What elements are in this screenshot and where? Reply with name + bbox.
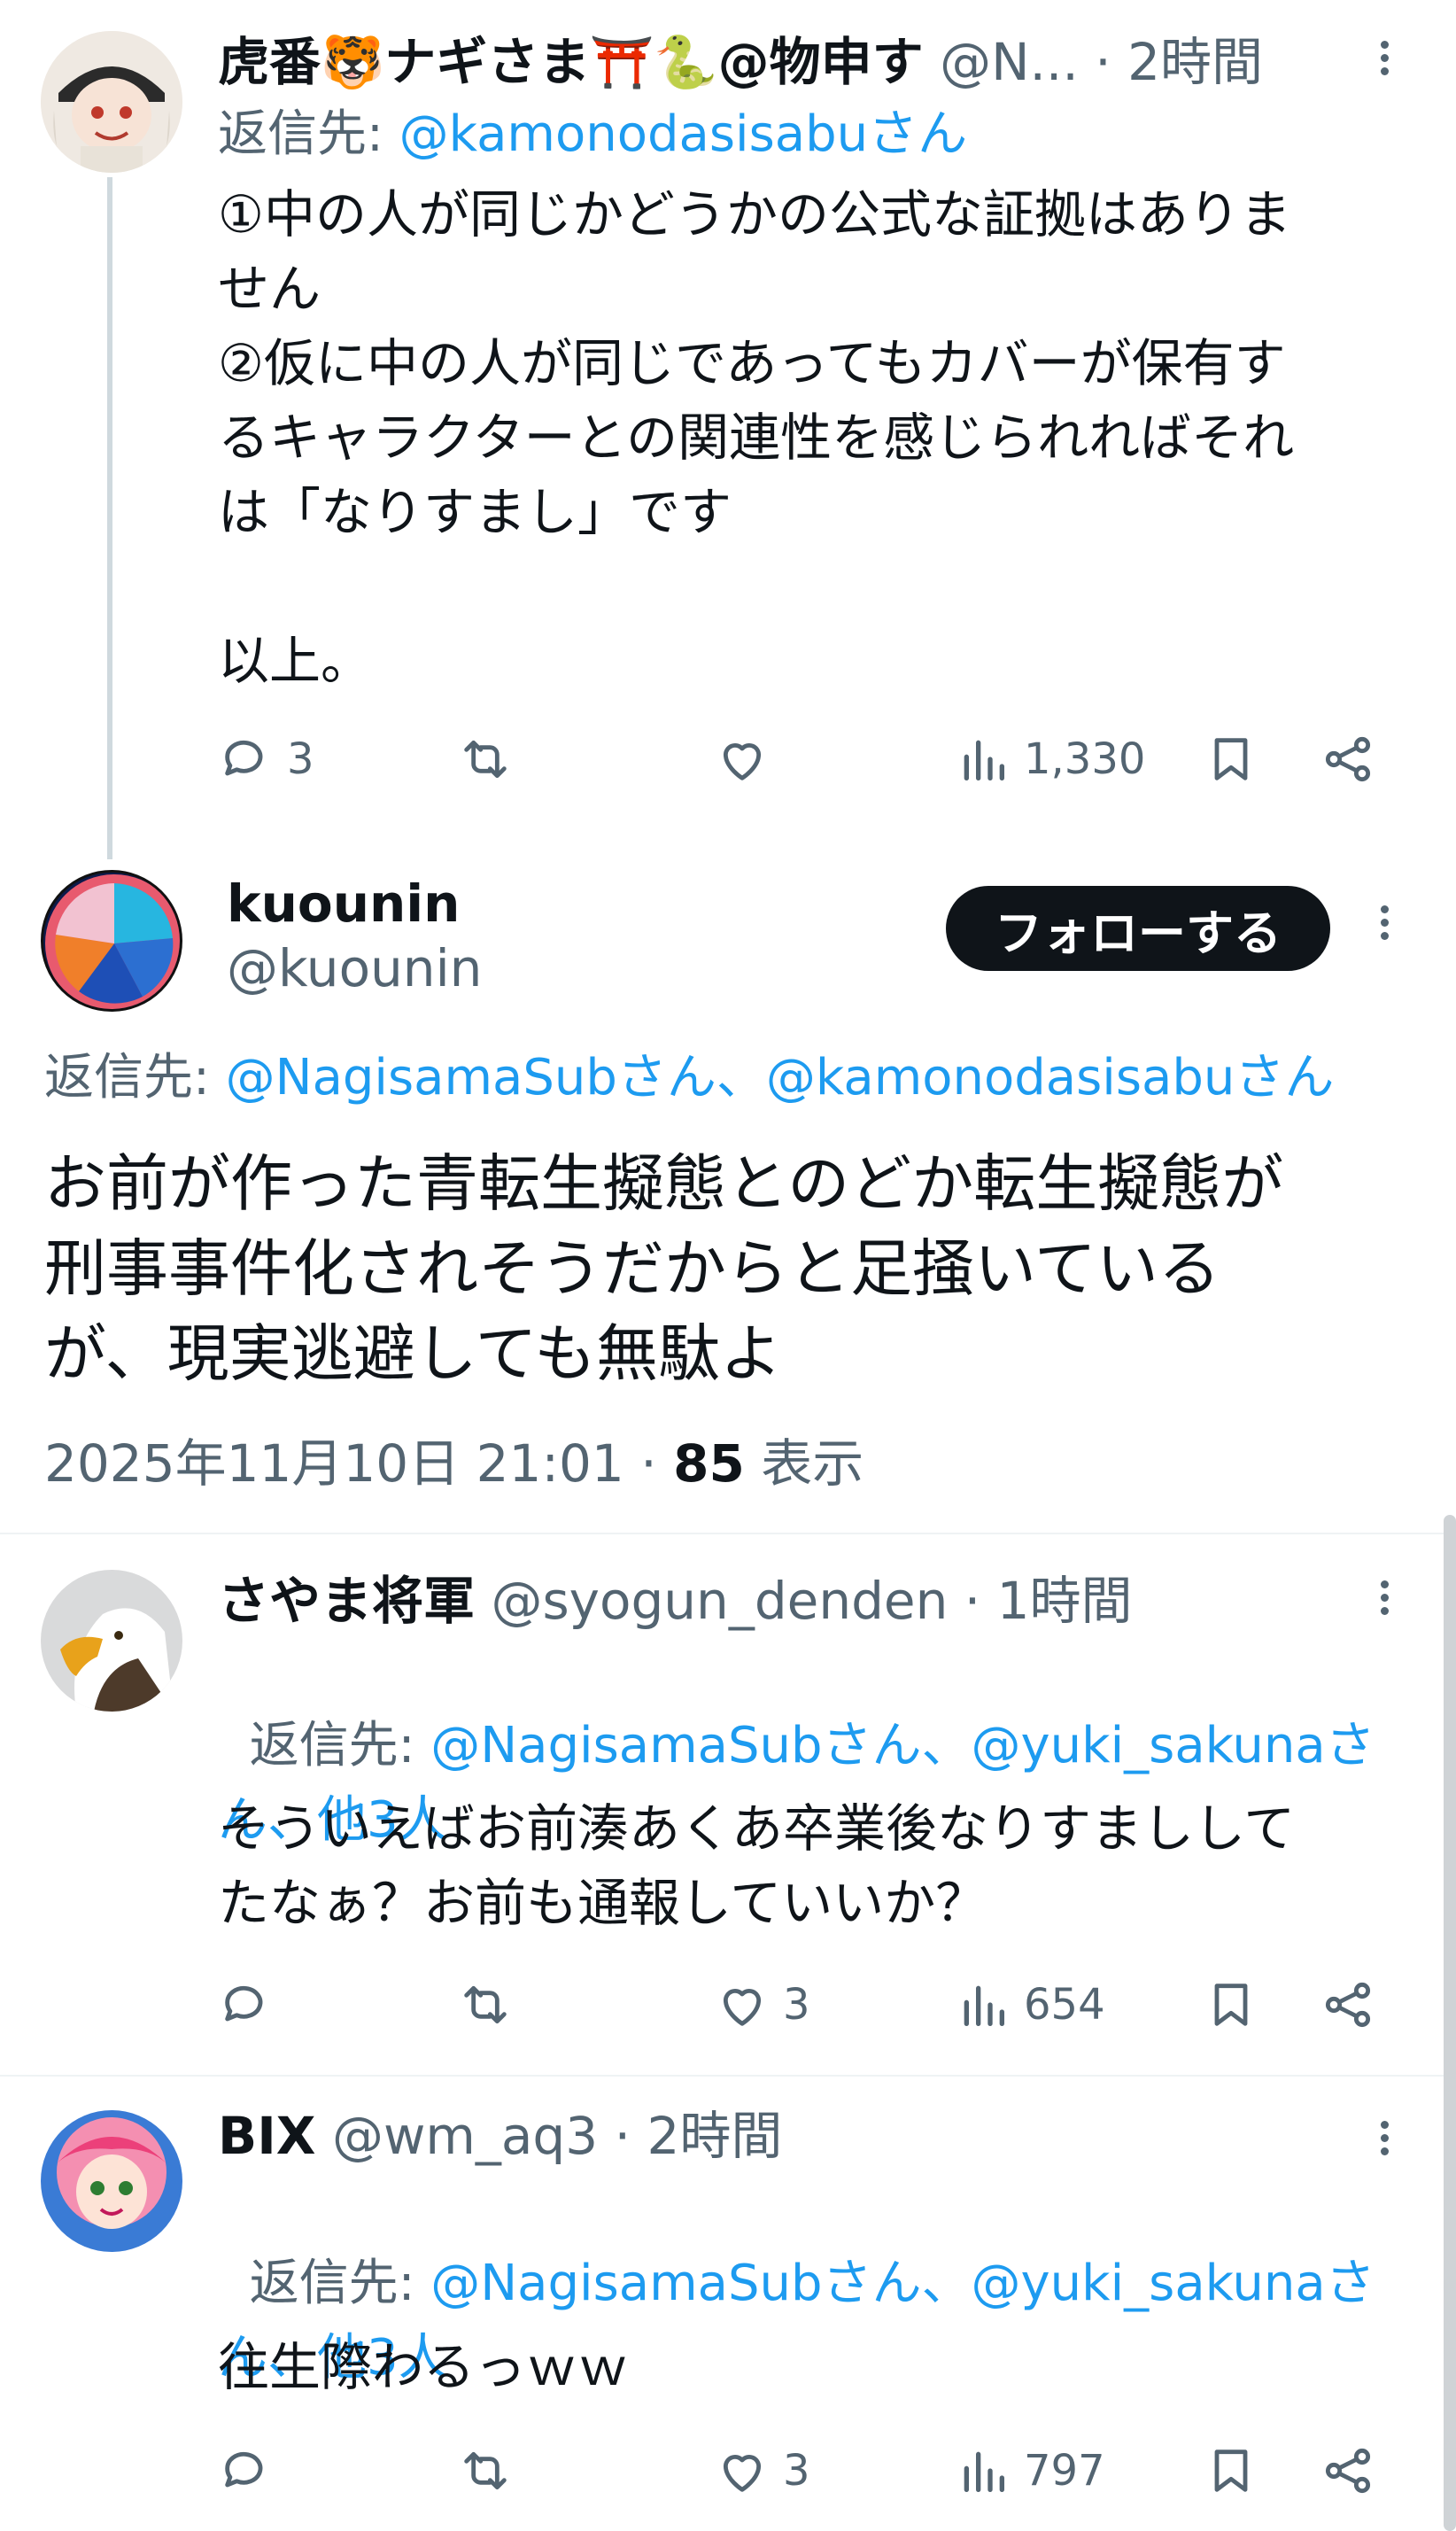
reply-to-prefix: 返信先: — [249, 2255, 431, 2312]
tweet-header: さやま将軍 @syogun_denden · 1時間 — [218, 1570, 1133, 1632]
retweet-button[interactable] — [457, 719, 526, 799]
author-handle[interactable]: @N... — [940, 32, 1079, 92]
avatar[interactable] — [41, 2110, 182, 2252]
like-count: 3 — [783, 1980, 810, 2030]
avatar[interactable] — [41, 31, 182, 173]
retweet-icon — [464, 1985, 507, 2024]
bookmark-button[interactable] — [1203, 2431, 1259, 2511]
reply-to: 返信先: @NagisamaSubさん、@kamonodasisabuさん — [44, 1041, 1334, 1115]
heart-icon — [723, 2455, 762, 2492]
reply-to-prefix: 返信先: — [44, 1049, 226, 1106]
eagle-avatar-image — [41, 1570, 182, 1712]
divider — [0, 1533, 1456, 1534]
like-count: 3 — [783, 2446, 810, 2496]
views-button[interactable]: 1,330 — [955, 719, 1145, 799]
bookmark-icon — [1214, 2449, 1248, 2492]
like-button[interactable] — [714, 719, 783, 799]
main-author-handle-row: @kuounin — [227, 937, 482, 999]
view-count: 654 — [1024, 1980, 1105, 2030]
retweet-button[interactable] — [457, 1965, 526, 2045]
timestamp[interactable]: 1時間 — [997, 1571, 1133, 1631]
author-name[interactable]: BIX — [218, 2106, 316, 2166]
like-button[interactable]: 3 — [714, 1965, 810, 2045]
reply-to-prefix: 返信先: — [218, 105, 399, 163]
reply-to-mentions[interactable]: @NagisamaSubさん、@kamonodasisabuさん — [226, 1049, 1335, 1106]
reply-to: 返信先: @kamonodasisabuさん — [218, 97, 967, 172]
avatar-image — [41, 31, 182, 173]
more-options-icon[interactable] — [1367, 900, 1402, 953]
timestamp[interactable]: 2時間 — [1127, 32, 1263, 92]
views-button[interactable]: 797 — [955, 2431, 1105, 2511]
bookmark-icon — [1214, 1984, 1248, 2026]
reply-to-prefix: 返信先: — [249, 1717, 431, 1774]
tweet-meta: 2025年11月10日 21:01 · 85 表示 — [44, 1422, 864, 1496]
tweet-actions: 3 797 — [218, 2431, 1422, 2511]
retweet-icon — [464, 740, 507, 779]
reply-icon — [225, 2451, 263, 2488]
reply-button[interactable] — [218, 2431, 287, 2511]
separator: · — [598, 2106, 647, 2166]
author-name[interactable]: kuounin — [227, 873, 460, 934]
author-handle[interactable]: @wm_aq3 — [332, 2106, 598, 2166]
views-button[interactable]: 654 — [955, 1965, 1105, 2045]
reply-to-mentions[interactable]: @kamonodasisabuさん — [399, 105, 967, 163]
tweet-header: BIX @wm_aq3 · 2時間 — [218, 2105, 782, 2167]
separator: · — [1095, 32, 1128, 92]
timestamp[interactable]: 2時間 — [647, 2106, 782, 2166]
view-count: 85 — [673, 1433, 745, 1494]
reply-icon — [225, 1985, 263, 2022]
avatar[interactable] — [41, 870, 182, 1012]
view-label: 表示 — [744, 1433, 864, 1494]
like-button[interactable]: 3 — [714, 2431, 810, 2511]
analytics-icon — [964, 2451, 1004, 2492]
tweet-actions: 3 1,330 — [218, 719, 1422, 799]
main-tweet-text: お前が作った青転生擬態とのどか転生擬態が 刑事事件化されそうだからと足掻いている… — [44, 1147, 1284, 1390]
analytics-icon — [964, 1985, 1004, 2026]
tweet-text: 往生際わるっｗｗ — [218, 2337, 630, 2397]
scrollbar[interactable] — [1444, 1515, 1456, 2531]
bookmark-icon — [1214, 738, 1248, 780]
main-author-name-row: kuounin — [227, 873, 460, 935]
tweet-text: そういえばお前湊あくあ卒業後なりすましして たなぁ？お前も通報していいか？ — [218, 1798, 1296, 1933]
share-icon — [1325, 736, 1371, 782]
share-button[interactable] — [1320, 2431, 1376, 2511]
avatar[interactable] — [41, 1570, 182, 1712]
tweet-text: ①中の人が同じかどうかの公式な証拠はありま せん ②仮に中の人が同じであってもカ… — [218, 184, 1295, 691]
tweet-date[interactable]: 2025年11月10日 21:01 · — [44, 1433, 673, 1494]
reply-button[interactable] — [218, 1965, 287, 2045]
more-options-icon[interactable] — [1367, 35, 1402, 89]
bookmark-button[interactable] — [1203, 719, 1259, 799]
follow-button[interactable]: フォローする — [946, 886, 1330, 971]
author-handle[interactable]: @syogun_denden — [491, 1571, 948, 1631]
more-options-icon[interactable] — [1367, 2116, 1402, 2169]
share-button[interactable] — [1320, 719, 1376, 799]
author-handle[interactable]: @kuounin — [227, 938, 482, 998]
more-options-icon[interactable] — [1367, 1575, 1402, 1628]
thread-line — [107, 177, 112, 859]
reply-count: 3 — [287, 734, 314, 784]
share-icon — [1325, 1982, 1371, 2028]
reply-icon — [225, 740, 263, 776]
reply-button[interactable]: 3 — [218, 719, 314, 799]
view-count: 797 — [1024, 2446, 1105, 2496]
share-icon — [1325, 2448, 1371, 2494]
analytics-icon — [964, 740, 1004, 780]
tweet-actions: 3 654 — [218, 1965, 1422, 2045]
divider — [0, 2075, 1456, 2077]
bookmark-button[interactable] — [1203, 1965, 1259, 2045]
retweet-icon — [464, 2451, 507, 2490]
tweet-header: 虎番🐯ナギさま⛩️🐍@物申す @N... · 2時間 — [218, 31, 1263, 93]
anime-avatar-image — [41, 2110, 182, 2252]
author-name[interactable]: さやま将軍 — [218, 1571, 475, 1631]
pie-avatar-image — [45, 874, 180, 1009]
share-button[interactable] — [1320, 1965, 1376, 2045]
retweet-button[interactable] — [457, 2431, 526, 2511]
author-name[interactable]: 虎番🐯ナギさま⛩️🐍@物申す — [218, 32, 924, 92]
view-count: 1,330 — [1024, 734, 1146, 784]
heart-icon — [723, 1989, 762, 2026]
heart-icon — [723, 743, 762, 780]
separator: · — [948, 1571, 997, 1631]
